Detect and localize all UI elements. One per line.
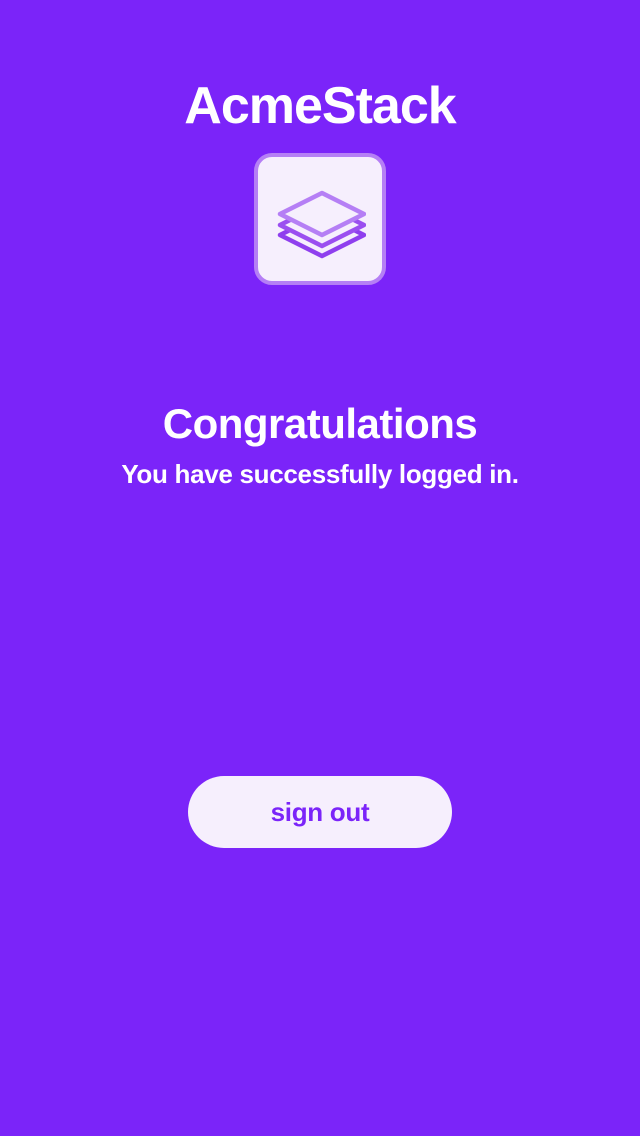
congratulations-heading: Congratulations: [162, 400, 478, 447]
layers-icon: [277, 190, 366, 259]
login-success-message: You have successfully logged in.: [121, 459, 519, 489]
app-logo: [254, 153, 386, 285]
app-title: AcmeStack: [184, 77, 456, 135]
sign-out-button[interactable]: sign out: [188, 776, 452, 848]
